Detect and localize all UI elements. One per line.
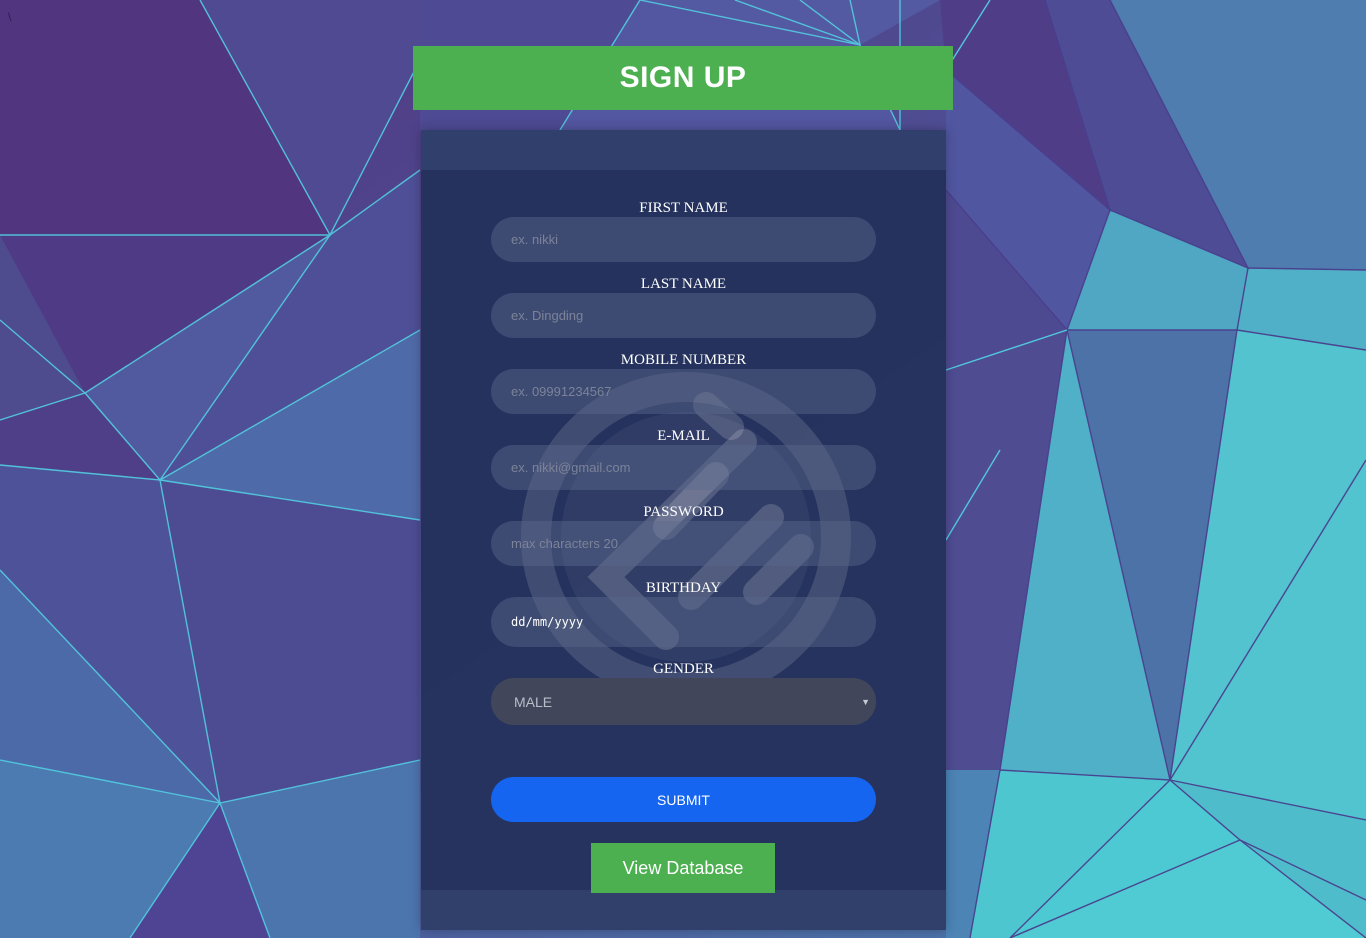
gender-label: GENDER <box>653 661 714 677</box>
password-input[interactable] <box>491 521 876 566</box>
first-name-label: FIRST NAME <box>639 200 728 216</box>
gender-select[interactable]: MALE ▼ <box>491 678 876 725</box>
submit-button[interactable]: SUBMIT <box>491 777 876 822</box>
password-label: PASSWORD <box>643 504 724 520</box>
last-name-label: LAST NAME <box>640 276 727 292</box>
gender-selected-value: MALE <box>514 693 553 710</box>
page-title: SIGN UP <box>619 61 747 94</box>
view-database-label: View Database <box>622 857 744 878</box>
signup-form-panel: FIRST NAME LAST NAME MOBILE NUMBER E-MAI… <box>421 130 946 930</box>
birthday-input[interactable]: dd/mm/yyyy <box>491 597 876 647</box>
first-name-input[interactable] <box>491 217 876 262</box>
mobile-number-input[interactable] <box>491 369 876 414</box>
last-name-input[interactable] <box>491 293 876 338</box>
email-input[interactable] <box>491 445 876 490</box>
submit-button-label: SUBMIT <box>657 791 710 808</box>
panel-top-band <box>421 130 946 170</box>
mobile-number-label: MOBILE NUMBER <box>620 352 747 368</box>
birthday-value: dd/mm/yyyy <box>511 615 584 629</box>
caret-down-icon: ▼ <box>861 696 870 707</box>
birthday-label: BIRTHDAY <box>645 580 722 596</box>
panel-bottom-band <box>421 890 946 930</box>
corner-backslash: \ <box>8 10 12 24</box>
view-database-button[interactable]: View Database <box>591 843 775 893</box>
signup-header: SIGN UP <box>413 46 953 110</box>
email-label: E-MAIL <box>657 428 710 444</box>
